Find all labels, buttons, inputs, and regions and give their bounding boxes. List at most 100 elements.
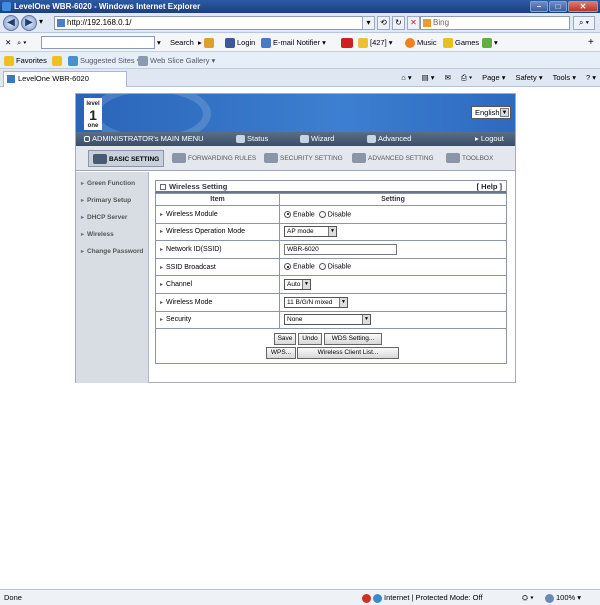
close-button[interactable]: ✕ (568, 1, 598, 12)
sidebar-item-wireless[interactable]: Wireless (76, 227, 149, 242)
favorites-button[interactable]: Favorites (4, 54, 47, 67)
page-menu[interactable]: Page ▾ (482, 71, 505, 85)
ie-icon (2, 2, 11, 11)
weather-icon (358, 38, 368, 49)
search-placeholder: Bing (433, 18, 450, 27)
toolbar-options[interactable]: ▾ (482, 36, 498, 49)
row-label: Wireless Module (155, 205, 280, 224)
stop-icon[interactable]: ✕ (407, 16, 420, 30)
favorites-bar: Favorites Suggested Sites ▾ Web Slice Ga… (0, 52, 600, 69)
search-input[interactable]: Bing (420, 16, 570, 30)
address-input[interactable]: http://192.168.0.1/ (54, 16, 372, 30)
sidebar-item-green-function[interactable]: Green Function (76, 176, 149, 191)
table-row: SSID Broadcast Enable Disable (155, 257, 507, 277)
youtube-button[interactable] (341, 36, 355, 49)
wps-button[interactable]: WPS... (266, 347, 296, 360)
chevron-down-icon: ▼ (328, 227, 336, 237)
toolbar-search-dropdown[interactable]: ▾ (157, 36, 161, 49)
security-select[interactable]: None ▼ (284, 314, 371, 326)
toolbar-search-input[interactable] (41, 36, 155, 49)
suggested-sites-link[interactable]: Suggested Sites ▾ (68, 54, 140, 67)
safety-menu[interactable]: Safety ▾ (515, 71, 542, 85)
tab-toolbox[interactable]: TOOLBOX (446, 150, 493, 167)
wireless-module-enable-radio[interactable] (284, 210, 291, 218)
wds-setting-button[interactable]: WDS Setting... (324, 333, 382, 346)
mail-button[interactable]: ✉ (445, 71, 451, 85)
button-area: Save Undo WDS Setting... WPS... Wireless… (155, 329, 507, 365)
back-button[interactable]: ◀ (3, 15, 19, 31)
address-url: http://192.168.0.1/ (67, 18, 132, 27)
music-button[interactable]: Music (405, 36, 437, 49)
sidebar-item-dhcp-server[interactable]: DHCP Server (76, 210, 149, 225)
weather-button[interactable]: [427] ▾ (358, 36, 393, 49)
window-controls: – □ ✕ (530, 1, 598, 12)
compatibility-view-icon[interactable]: ⟲ (377, 16, 390, 30)
menu-status[interactable]: Status (236, 132, 268, 146)
undo-button[interactable]: Undo (298, 333, 322, 346)
row-label: Security (155, 310, 280, 330)
address-dropdown-button[interactable]: ▾ (362, 16, 375, 30)
panel-header: Wireless Setting [ Help ] (155, 180, 507, 193)
wireless-mode-select[interactable]: 11 B/G/N mixed ▼ (284, 296, 348, 308)
zoom-icon (545, 593, 554, 603)
web-slice-gallery-link[interactable]: Web Slice Gallery ▾ (138, 54, 215, 67)
tab-forwarding-rules[interactable]: FORWARDING RULES (172, 150, 256, 167)
sidebar-item-change-password[interactable]: Change Password (76, 244, 149, 259)
help-menu[interactable]: ? ▾ (586, 71, 596, 85)
channel-select[interactable]: Auto ▼ (284, 279, 311, 291)
command-bar: ⌂ ▾ ▤ ▾ ✉ ⎙ ▾ Page ▾ Safety ▾ Tools ▾ ? … (401, 71, 596, 85)
wireless-module-disable-radio[interactable] (318, 210, 326, 218)
tab-security-setting[interactable]: SECURITY SETTING (264, 150, 343, 167)
tab-bar: LevelOne WBR-6020 ⌂ ▾ ▤ ▾ ✉ ⎙ ▾ Page ▾ S… (0, 69, 600, 87)
help-link[interactable]: [ Help ] (477, 181, 502, 192)
row-label: Wireless Mode (155, 292, 280, 312)
toolbar-tool-icons[interactable]: ▸ (198, 36, 216, 49)
login-button[interactable]: Login (225, 36, 255, 49)
operation-mode-select[interactable]: AP mode ▼ (284, 226, 337, 238)
ssid-broadcast-enable-radio[interactable] (284, 263, 291, 271)
history-dropdown[interactable]: ▾ (39, 17, 43, 26)
wireless-client-list-button[interactable]: Wireless Client List... (297, 347, 399, 360)
tab-levelone[interactable]: LevelOne WBR-6020 (3, 71, 127, 87)
email-icon (261, 38, 271, 49)
sidebar-item-primary-setup[interactable]: Primary Setup (76, 193, 149, 208)
router-admin-panel: level 1 one English ▼ ADMINISTRATOR's MA… (75, 93, 516, 383)
home-button[interactable]: ⌂ ▾ (401, 71, 411, 85)
levelone-logo: level 1 one (84, 98, 102, 130)
row-label: Network ID(SSID) (155, 240, 280, 259)
toolbar-options-icon (482, 38, 492, 49)
zoom-control[interactable]: 100% ▾ (545, 590, 581, 605)
print-button[interactable]: ⎙ ▾ (461, 71, 472, 85)
row-label: Channel (155, 275, 280, 294)
tab-advanced-setting[interactable]: ADVANCED SETTING (352, 150, 434, 167)
ssid-broadcast-disable-radio[interactable] (318, 263, 326, 271)
advanced-icon (367, 135, 376, 144)
tools-menu[interactable]: Tools ▾ (553, 71, 576, 85)
add-toolbar-button[interactable]: + (588, 36, 594, 49)
add-favorites-icon[interactable] (52, 54, 64, 67)
minimize-button[interactable]: – (530, 1, 548, 12)
feeds-button[interactable]: ▤ ▾ (422, 71, 435, 85)
ssid-input[interactable]: WBR-6020 (284, 243, 397, 255)
magnifier-icon[interactable]: ⌕ ▾ (17, 36, 26, 49)
refresh-icon[interactable]: ↻ (392, 16, 405, 30)
toolbar-close-icon[interactable]: ✕ (5, 36, 11, 49)
maximize-button[interactable]: □ (549, 1, 567, 12)
zoom-control-icons[interactable]: ⛭ ▾ (522, 590, 534, 605)
forward-button[interactable]: ▶ (21, 15, 37, 31)
menu-logout[interactable]: ▸ Logout (475, 132, 504, 146)
toolbar-search-button[interactable]: Search (170, 36, 194, 49)
search-go-button[interactable]: ⌕ ▾ (573, 16, 595, 30)
email-notifier-button[interactable]: E-mail Notifier ▾ (261, 36, 326, 49)
column-header-item: Item (155, 193, 280, 206)
tab-basic-setting[interactable]: BASIC SETTING (88, 150, 165, 167)
menu-advanced[interactable]: Advanced (367, 132, 411, 146)
language-select[interactable]: English ▼ (471, 106, 511, 119)
status-icon (236, 135, 245, 144)
games-button[interactable]: Games (443, 36, 479, 49)
chevron-down-icon: ▼ (302, 280, 310, 290)
page-icon (57, 19, 65, 27)
save-button[interactable]: Save (274, 333, 296, 346)
chevron-down-icon: ▼ (500, 108, 509, 117)
menu-wizard[interactable]: Wizard (300, 132, 334, 146)
